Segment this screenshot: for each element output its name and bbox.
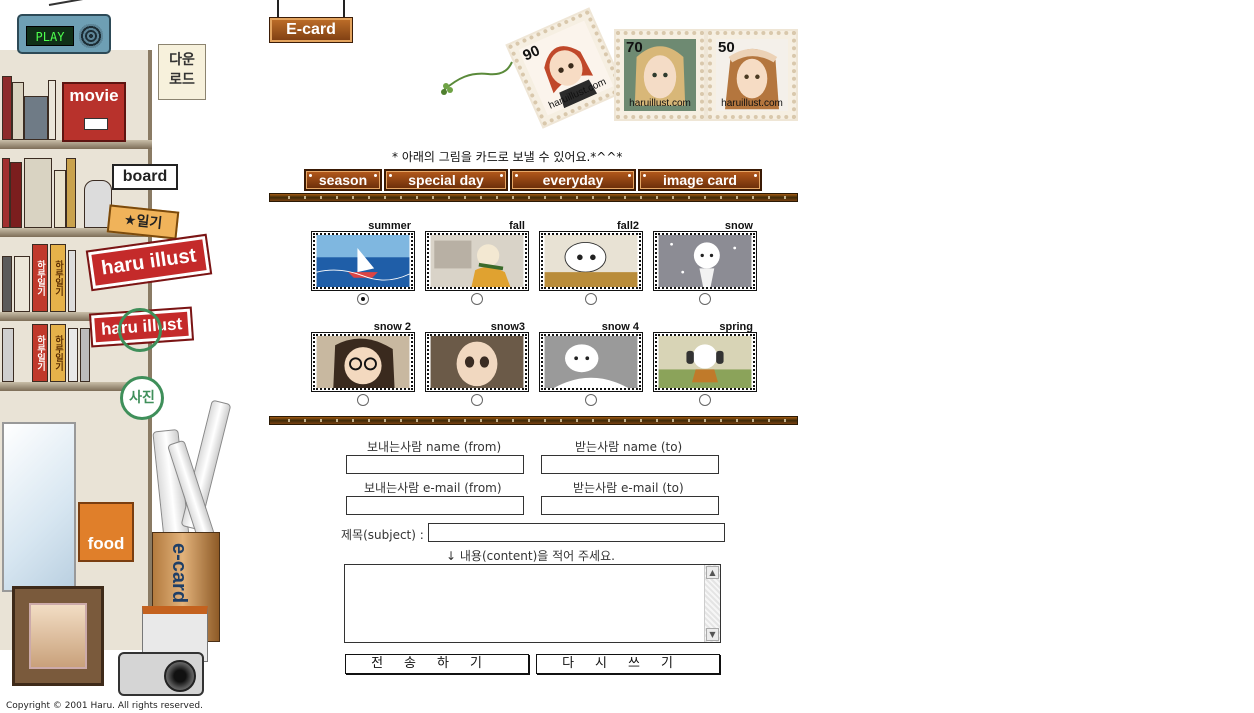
- download-link[interactable]: 다운 로드: [158, 44, 206, 100]
- speaker-icon: [79, 24, 103, 48]
- reset-button[interactable]: 다시쓰기: [536, 654, 720, 674]
- card-radio[interactable]: [357, 394, 369, 406]
- portrait-image: [29, 603, 87, 669]
- book: [54, 170, 66, 228]
- tab-everyday[interactable]: everyday: [510, 169, 636, 191]
- book: [24, 96, 48, 140]
- textarea-scrollbar[interactable]: ▲ ▼: [704, 565, 720, 642]
- scroll-up-icon[interactable]: ▲: [706, 566, 719, 579]
- card-title: snow: [724, 220, 753, 232]
- portrait-frame: [12, 586, 104, 686]
- card-title: fall: [509, 220, 525, 232]
- content-label: ↓ 내용(content)을 적어 주세요.: [446, 549, 615, 563]
- tab-image-card[interactable]: image card: [638, 169, 762, 191]
- ecard-sign: E-card: [269, 0, 353, 44]
- divider-top: [269, 193, 798, 202]
- stamp-50[interactable]: 50 haruillust.com: [708, 31, 796, 119]
- camera-lens: [164, 660, 196, 692]
- card-radio[interactable]: [585, 293, 597, 305]
- book: [68, 328, 78, 382]
- card-radio[interactable]: [471, 394, 483, 406]
- window-pane: [2, 422, 76, 592]
- stamp-70[interactable]: 70 haruillust.com: [616, 31, 704, 119]
- to-email-label: 받는사람 e-mail (to): [573, 481, 684, 495]
- movie-box-slot: [84, 118, 108, 130]
- send-button[interactable]: 전송하기: [345, 654, 529, 674]
- to-name-input[interactable]: [541, 455, 719, 474]
- card-thumb-summer: [311, 231, 415, 291]
- card-thumb-fall2: [539, 231, 643, 291]
- card-title: snow 4: [601, 321, 639, 333]
- card-radio[interactable]: [699, 394, 711, 406]
- sign-hanger: [343, 0, 345, 18]
- radio-player[interactable]: PLAY: [17, 0, 121, 54]
- scroll-down-icon[interactable]: ▼: [706, 628, 719, 641]
- card-radio[interactable]: [357, 293, 369, 305]
- camera-icon: [118, 652, 204, 696]
- book: [2, 158, 10, 228]
- card-title: spring: [719, 321, 753, 333]
- card-thumb-snow: [653, 231, 757, 291]
- card-radio[interactable]: [585, 394, 597, 406]
- book: [80, 328, 90, 382]
- card-title: snow 2: [373, 321, 411, 333]
- antenna: [48, 0, 121, 6]
- play-button[interactable]: PLAY: [26, 26, 74, 46]
- book: [48, 80, 56, 140]
- to-name-label: 받는사람 name (to): [575, 440, 683, 454]
- to-email-input[interactable]: [541, 496, 719, 515]
- intro-text: * 아래의 그림을 카드로 보낼 수 있어요.*^^*: [392, 150, 623, 164]
- book-spine: 하루일기: [32, 244, 48, 312]
- green-ring-decoration: [118, 308, 162, 352]
- card-thumb-fall: [425, 231, 529, 291]
- tab-season[interactable]: season: [304, 169, 382, 191]
- tab-special-day[interactable]: special day: [384, 169, 508, 191]
- book: [2, 328, 14, 382]
- book: [10, 162, 22, 228]
- book: [66, 158, 76, 228]
- stamp-number: 50: [718, 39, 735, 56]
- card-thumb-snow3: [425, 332, 529, 392]
- book: [14, 256, 30, 312]
- stamp-site: haruillust.com: [721, 98, 783, 109]
- stamp-number: 70: [626, 39, 643, 56]
- divider-bottom: [269, 416, 798, 425]
- sidebar-illustration: 하루일기 하루일기 하루일기 하루일기 PLAY 다운 로드 movie boa…: [0, 0, 262, 713]
- card-radio[interactable]: [699, 293, 711, 305]
- card-title: snow3: [490, 321, 525, 333]
- stamp-site: haruillust.com: [629, 98, 691, 109]
- subject-input[interactable]: [428, 523, 725, 542]
- subject-label: 제목(subject) :: [341, 528, 424, 542]
- ecard-can-label: e-card: [168, 543, 190, 604]
- card-thumb-snow-4: [539, 332, 643, 392]
- card-thumb-spring: [653, 332, 757, 392]
- book: [2, 76, 12, 140]
- from-email-label: 보내는사람 e-mail (from): [364, 481, 502, 495]
- photo-link[interactable]: 사진: [120, 376, 164, 420]
- movie-label: movie: [69, 86, 119, 105]
- from-name-input[interactable]: [346, 455, 524, 474]
- sign-hanger: [277, 0, 279, 18]
- book: [68, 250, 76, 312]
- content-textarea[interactable]: ▲ ▼: [344, 564, 721, 643]
- ecard-sign-title: E-card: [269, 17, 353, 43]
- book: [2, 256, 12, 312]
- movie-link[interactable]: movie: [62, 82, 126, 142]
- book-spine: 하루일기: [32, 324, 48, 382]
- from-name-label: 보내는사람 name (from): [367, 440, 502, 454]
- book-spine: 하루일기: [50, 244, 66, 312]
- card-thumb-snow-2: [311, 332, 415, 392]
- book: [24, 158, 52, 228]
- copyright-text: Copyright © 2001 Haru. All rights reserv…: [6, 701, 203, 711]
- book: [12, 82, 24, 140]
- from-email-input[interactable]: [346, 496, 524, 515]
- card-title: summer: [368, 220, 411, 232]
- board-link[interactable]: board: [112, 164, 178, 190]
- card-title: fall2: [616, 220, 639, 232]
- book-spine: 하루일기: [50, 324, 66, 382]
- vine-decoration: [441, 61, 513, 95]
- stamp-90[interactable]: 90 haruillust.com: [507, 9, 625, 127]
- card-radio[interactable]: [471, 293, 483, 305]
- food-link[interactable]: food: [78, 502, 134, 562]
